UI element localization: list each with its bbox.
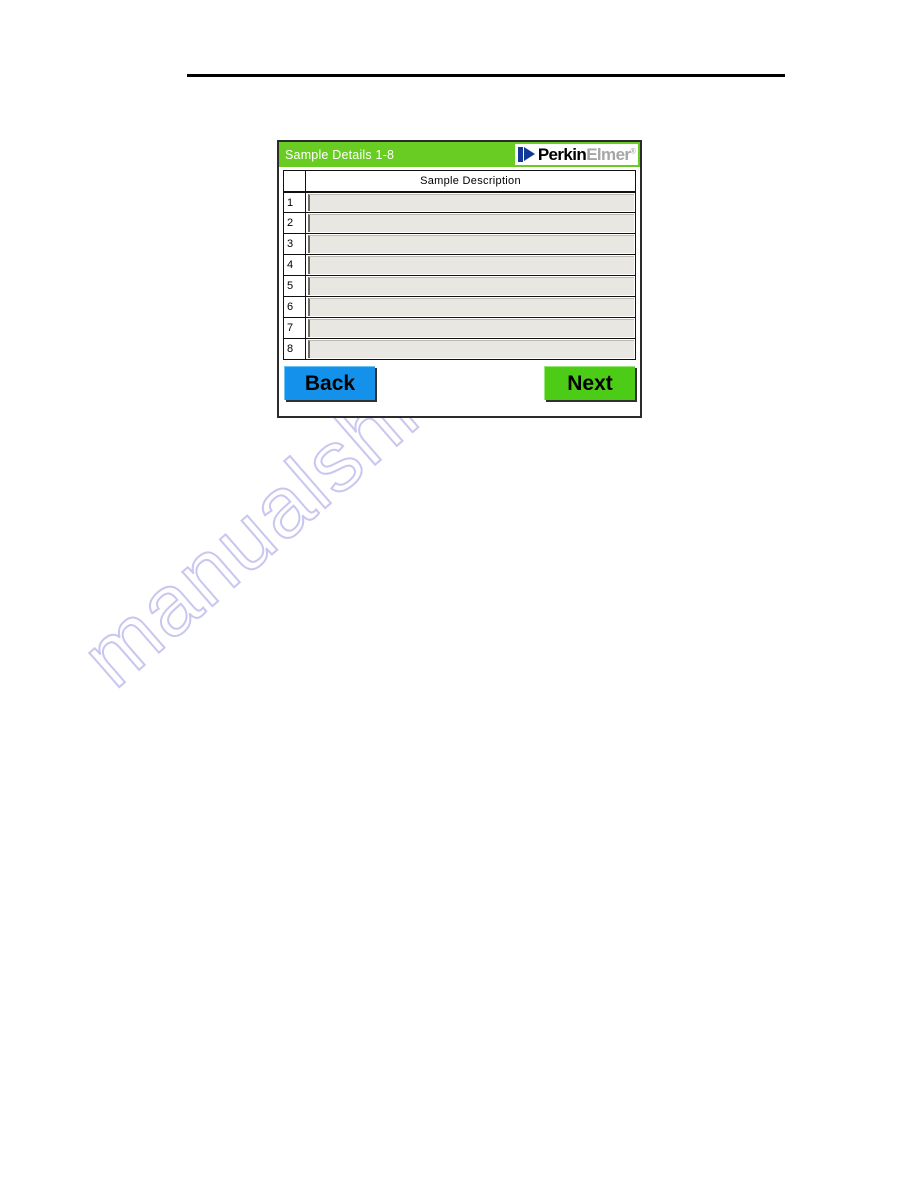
table-header-index-cell <box>284 171 306 191</box>
table-row: 6 <box>283 297 636 318</box>
row-index-7: 7 <box>284 318 306 338</box>
sample-table: Sample Description 1 2 3 4 5 6 7 8 <box>279 167 640 360</box>
logo-trademark-symbol: ® <box>630 148 635 156</box>
perkinelmer-logo: PerkinElmer® <box>514 144 638 165</box>
logo-word-perkin: Perkin <box>537 145 587 164</box>
next-button[interactable]: Next <box>544 366 635 400</box>
header-divider-rule <box>187 74 785 77</box>
table-row: 1 <box>283 192 636 213</box>
row-index-4: 4 <box>284 255 306 275</box>
table-row: 7 <box>283 318 636 339</box>
sample-description-input-8[interactable] <box>308 340 634 358</box>
table-row: 5 <box>283 276 636 297</box>
table-header-description-cell: Sample Description <box>420 175 521 187</box>
table-row: 8 <box>283 339 636 360</box>
sample-description-input-1[interactable] <box>308 194 634 211</box>
table-row: 3 <box>283 234 636 255</box>
row-index-1: 1 <box>284 193 306 212</box>
row-index-3: 3 <box>284 234 306 254</box>
dialog-title: Sample Details 1-8 <box>285 147 395 162</box>
perkinelmer-p-mark-icon <box>517 147 536 162</box>
row-index-6: 6 <box>284 297 306 317</box>
dialog-footer: Back Next <box>279 360 640 406</box>
sample-description-input-3[interactable] <box>308 235 634 253</box>
sample-description-input-6[interactable] <box>308 298 634 316</box>
table-row: 4 <box>283 255 636 276</box>
dialog-titlebar: Sample Details 1-8 PerkinElmer® <box>279 142 640 167</box>
table-row: 2 <box>283 213 636 234</box>
sample-description-input-5[interactable] <box>308 277 634 295</box>
sample-description-input-2[interactable] <box>308 214 634 232</box>
row-index-2: 2 <box>284 213 306 233</box>
row-index-5: 5 <box>284 276 306 296</box>
sample-description-input-4[interactable] <box>308 256 634 274</box>
table-header-row: Sample Description <box>283 170 636 192</box>
sample-description-input-7[interactable] <box>308 319 634 337</box>
logo-wordmark: PerkinElmer® <box>537 145 636 164</box>
back-button[interactable]: Back <box>284 366 375 400</box>
sample-details-dialog: Sample Details 1-8 PerkinElmer® Sample D… <box>277 140 642 418</box>
logo-word-elmer: Elmer <box>586 145 631 164</box>
row-index-8: 8 <box>284 339 306 359</box>
